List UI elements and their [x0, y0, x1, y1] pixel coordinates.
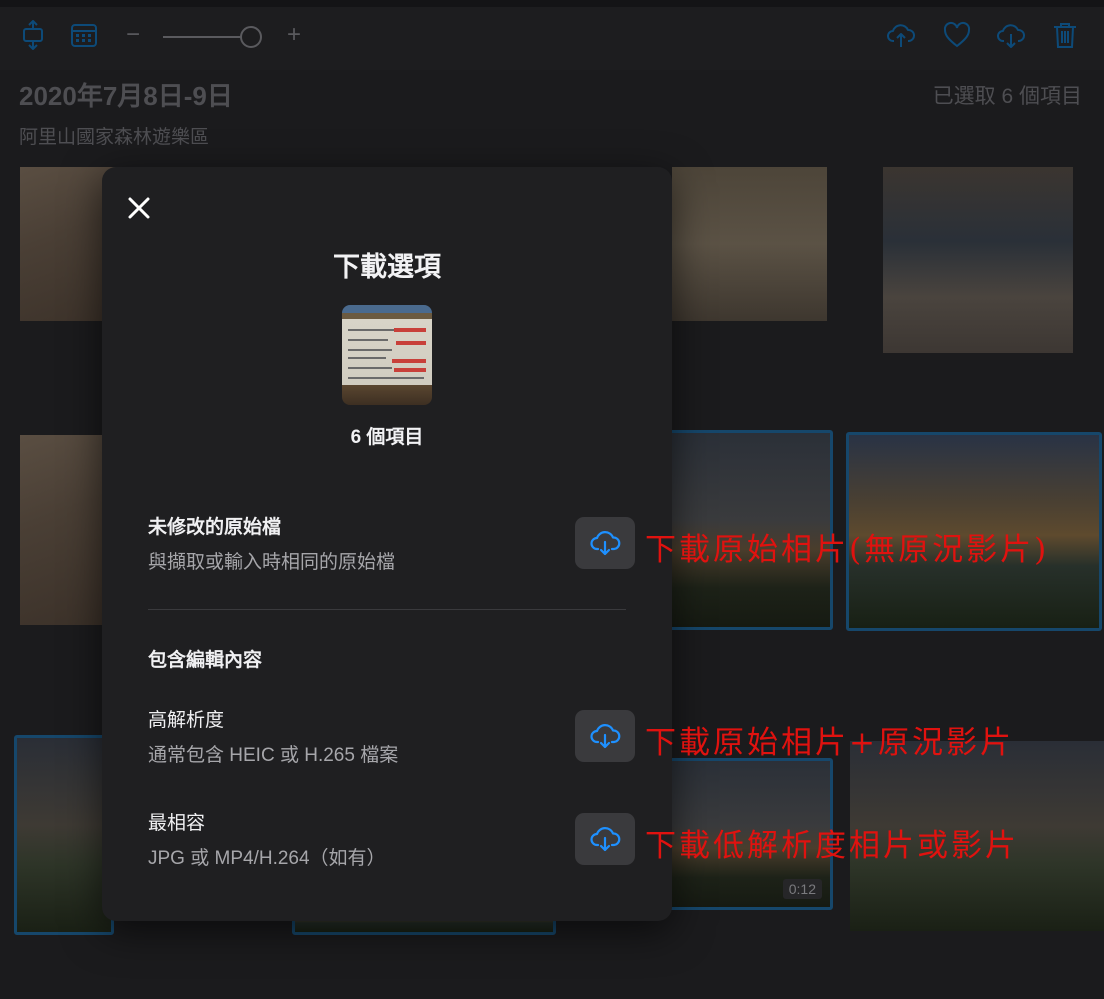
selection-preview-image — [342, 305, 432, 405]
photo-thumbnail[interactable] — [883, 167, 1073, 353]
zoom-in-button[interactable]: + — [287, 22, 301, 48]
expand-vertical-icon[interactable] — [18, 19, 48, 51]
photo-thumbnail-selected[interactable] — [14, 735, 114, 935]
album-title: 2020年7月8日-9日 — [19, 81, 233, 111]
selected-count: 已選取 6 個項目 — [932, 85, 1082, 108]
option-desc-high-res: 通常包含 HEIC 或 H.265 檔案 — [148, 745, 399, 766]
heart-icon[interactable] — [942, 20, 972, 50]
download-cloud-icon[interactable] — [996, 20, 1026, 50]
trash-icon[interactable] — [1050, 20, 1080, 50]
option-title-most-compatible: 最相容 — [148, 813, 206, 834]
items-count: 6 個項目 — [350, 427, 424, 448]
option-title-high-res: 高解析度 — [148, 710, 225, 731]
download-most-compatible-button[interactable] — [575, 813, 635, 865]
divider — [148, 609, 626, 610]
video-duration: 0:12 — [782, 879, 822, 899]
zoom-slider-handle[interactable] — [240, 26, 262, 48]
photo-thumbnail[interactable] — [672, 167, 827, 321]
calendar-icon[interactable] — [69, 20, 99, 50]
download-options-dialog: 下載選項 6 個項目 未修改的原始檔 與擷取或輸入時相同的原始檔 包含編輯內容 … — [102, 167, 672, 921]
album-location: 阿里山國家森林遊樂區 — [19, 127, 210, 148]
zoom-out-button[interactable]: − — [126, 22, 140, 48]
download-high-res-button[interactable] — [575, 710, 635, 762]
upload-cloud-icon[interactable] — [886, 20, 916, 50]
annotation-original-live: 下載原始相片+原況影片 — [645, 725, 1014, 761]
download-cloud-icon — [590, 531, 621, 556]
download-original-button[interactable] — [575, 517, 635, 569]
close-icon[interactable] — [124, 193, 154, 223]
toolbar: − + — [0, 0, 1104, 70]
window-strip — [0, 0, 1104, 7]
download-cloud-icon — [590, 827, 621, 852]
dialog-title: 下載選項 — [333, 252, 441, 282]
option-desc-most-compatible: JPG 或 MP4/H.264（如有） — [148, 848, 386, 869]
annotation-low-res: 下載低解析度相片或影片 — [645, 828, 1019, 864]
section-heading-with-edits: 包含編輯內容 — [148, 650, 263, 671]
annotation-original: 下載原始相片(無原況影片) — [645, 532, 1050, 568]
download-cloud-icon — [590, 724, 621, 749]
option-title-original: 未修改的原始檔 — [148, 517, 282, 538]
option-desc-original: 與擷取或輸入時相同的原始檔 — [148, 552, 396, 573]
